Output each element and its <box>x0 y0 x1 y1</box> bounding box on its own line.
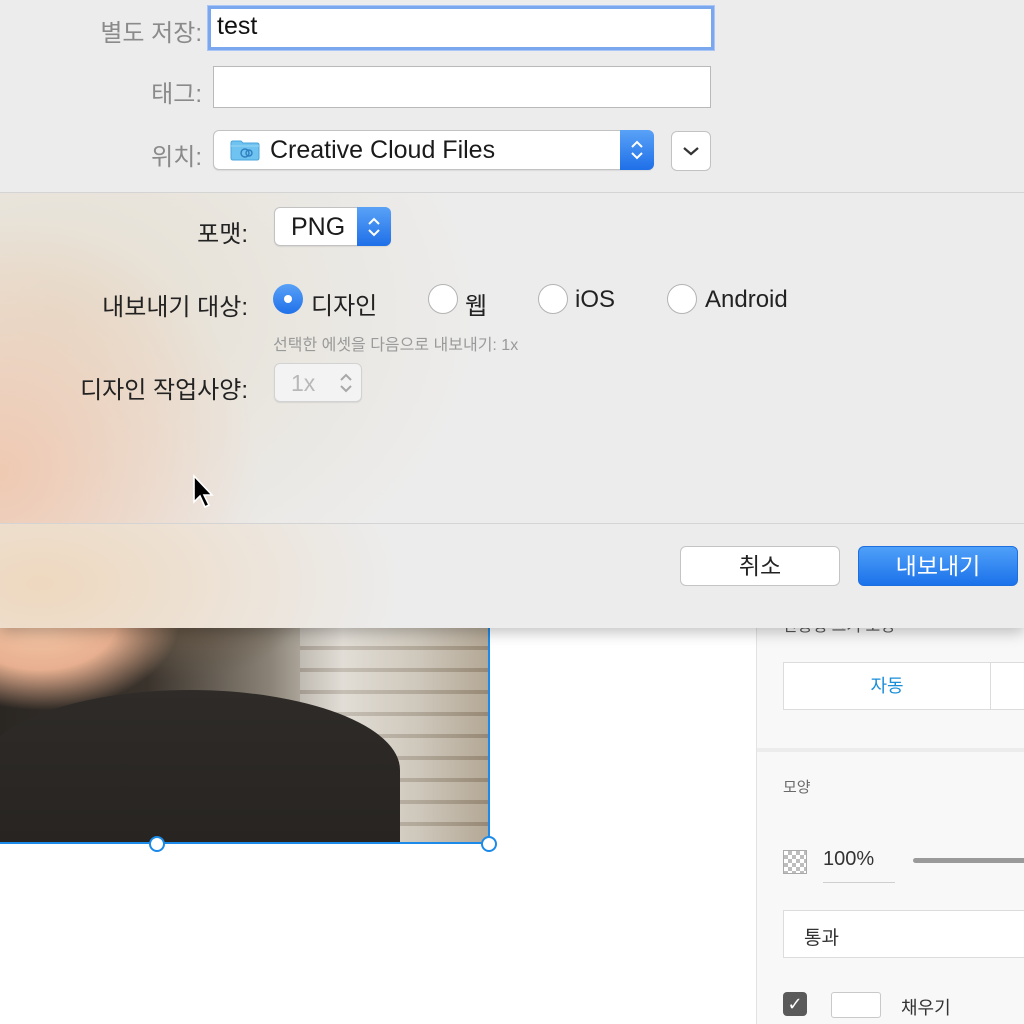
photo-subject <box>0 690 400 844</box>
format-value: PNG <box>291 213 346 241</box>
location-value: Creative Cloud Files <box>270 136 496 164</box>
format-popup[interactable]: PNG <box>274 207 391 246</box>
folder-icon <box>230 140 260 161</box>
auto-mode-button[interactable]: 자동 <box>784 663 991 709</box>
opacity-input[interactable]: 100% <box>823 848 874 871</box>
location-popup[interactable]: Creative Cloud Files <box>213 130 654 170</box>
selection-bottom-edge <box>0 842 490 844</box>
design-spec-label: 디자인 작업사양: <box>80 377 248 404</box>
export-hint-text: 선택한 에셋을 다음으로 내보내기: 1x <box>273 337 519 354</box>
photo-image[interactable] <box>0 600 490 844</box>
export-button[interactable]: 내보내기 <box>858 546 1018 586</box>
blend-mode-value: 통과 <box>804 928 839 949</box>
format-popup-arrows <box>357 207 391 246</box>
export-sheet: 별도 저장: test 태그: 위치: Creative Cloud Files <box>0 0 1024 628</box>
resize-handle-bottom-right[interactable] <box>481 836 497 852</box>
save-location-section: 별도 저장: test 태그: 위치: Creative Cloud Files <box>0 0 1024 193</box>
mouse-pointer-icon <box>193 474 214 509</box>
tags-field[interactable] <box>213 66 711 108</box>
blend-mode-select[interactable]: 통과 <box>783 910 1024 958</box>
expand-browser-button[interactable] <box>671 131 711 171</box>
radio-android[interactable] <box>667 284 697 314</box>
fill-label: 채우기 <box>901 998 951 1018</box>
save-as-field[interactable]: test <box>208 6 714 50</box>
export-options-section: 포맷: PNG 내보내기 대상: 디자인 웹 iOS Android 선택한 에… <box>0 193 1024 524</box>
radio-web[interactable] <box>428 284 458 314</box>
location-popup-arrows <box>620 130 654 170</box>
chevron-down-icon <box>683 147 699 156</box>
design-spec-stepper[interactable]: 1x <box>274 363 362 402</box>
radio-design-label[interactable]: 디자인 <box>311 286 377 321</box>
fill-color-swatch[interactable] <box>831 992 881 1018</box>
design-spec-value: 1x <box>291 370 316 396</box>
radio-web-label[interactable]: 웹 <box>465 286 487 321</box>
up-down-chevron-icon <box>340 373 352 393</box>
radio-ios-label[interactable]: iOS <box>575 286 615 314</box>
section-divider <box>757 748 1024 752</box>
resize-handle-bottom-center[interactable] <box>149 836 165 852</box>
fill-checkbox[interactable]: ✓ <box>783 992 807 1016</box>
export-for-label: 내보내기 대상: <box>102 294 248 321</box>
save-as-label: 별도 저장: <box>100 20 202 47</box>
tags-label: 태그: <box>151 81 202 108</box>
cancel-button[interactable]: 취소 <box>680 546 840 586</box>
property-inspector: 반응형 크기 조정 자동 모양 100% 통과 ✓ 채우기 <box>756 600 1024 1024</box>
selection-right-edge <box>488 600 490 844</box>
opacity-slider[interactable] <box>913 858 1024 863</box>
radio-design[interactable] <box>273 284 303 314</box>
up-down-chevron-icon <box>368 217 380 236</box>
format-label: 포맷: <box>197 221 248 248</box>
up-down-chevron-icon <box>631 140 643 160</box>
opacity-checkerboard-icon <box>783 850 807 874</box>
radio-ios[interactable] <box>538 284 568 314</box>
appearance-section-title: 모양 <box>783 779 811 796</box>
responsive-mode-segmented-control: 자동 <box>783 662 1024 710</box>
location-label: 위치: <box>151 144 202 171</box>
radio-android-label[interactable]: Android <box>705 286 788 314</box>
opacity-input-underline <box>823 882 895 883</box>
